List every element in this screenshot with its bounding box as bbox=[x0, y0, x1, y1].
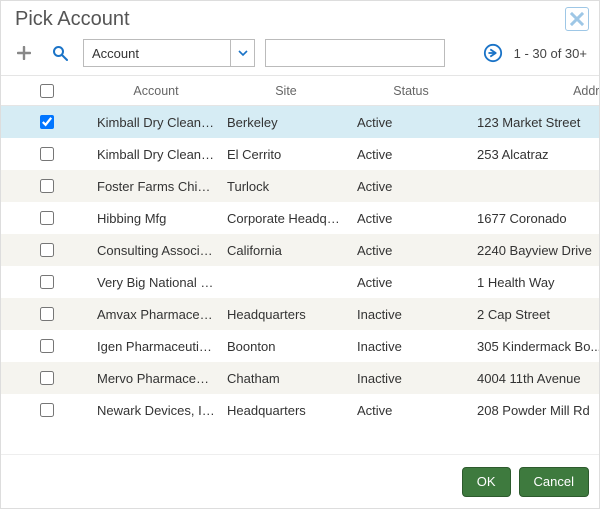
cell-status: Active bbox=[351, 403, 471, 418]
cell-site: Headquarters bbox=[221, 403, 351, 418]
table-row[interactable]: Amvax Pharmaceut...HeadquartersInactive2… bbox=[1, 298, 599, 330]
cell-account: Kimball Dry Cleaners bbox=[91, 115, 221, 130]
table-row[interactable]: Kimball Dry CleanersEl CerritoActive253 … bbox=[1, 138, 599, 170]
cell-site: Corporate Headqua... bbox=[221, 211, 351, 226]
table-row[interactable]: Igen Pharmaceutic...BoontonInactive305 K… bbox=[1, 330, 599, 362]
titlebar: Pick Account bbox=[1, 1, 599, 33]
column-header-site[interactable]: Site bbox=[221, 84, 351, 98]
cell-status: Active bbox=[351, 147, 471, 162]
table-row[interactable]: Consulting Associa...CaliforniaActive224… bbox=[1, 234, 599, 266]
cell-account: Consulting Associa... bbox=[91, 243, 221, 258]
cell-address: 1677 Coronado bbox=[471, 211, 599, 226]
row-checkbox-cell bbox=[1, 144, 91, 164]
cell-account: Mervo Pharmaceuti... bbox=[91, 371, 221, 386]
search-icon bbox=[52, 45, 68, 61]
row-checkbox[interactable] bbox=[40, 115, 54, 129]
cell-site: California bbox=[221, 243, 351, 258]
cell-status: Inactive bbox=[351, 307, 471, 322]
cell-account: Amvax Pharmaceut... bbox=[91, 307, 221, 322]
row-checkbox-cell bbox=[1, 240, 91, 260]
cell-account: Newark Devices, Inc. bbox=[91, 403, 221, 418]
ok-button[interactable]: OK bbox=[462, 467, 511, 497]
cell-site: Chatham bbox=[221, 371, 351, 386]
toolbar: 1 - 30 of 30+ bbox=[1, 33, 599, 76]
row-checkbox-cell bbox=[1, 208, 91, 228]
field-selector bbox=[83, 39, 255, 67]
pick-account-dialog: Pick Account 1 - 30 of 30+ bbox=[0, 0, 600, 509]
row-checkbox[interactable] bbox=[40, 275, 54, 289]
filter-text-input[interactable] bbox=[265, 39, 445, 67]
cell-account: Very Big National H... bbox=[91, 275, 221, 290]
table-row[interactable]: Kimball Dry CleanersBerkeleyActive123 Ma… bbox=[1, 106, 599, 138]
cancel-button[interactable]: Cancel bbox=[519, 467, 589, 497]
row-checkbox[interactable] bbox=[40, 339, 54, 353]
row-checkbox[interactable] bbox=[40, 179, 54, 193]
column-header-account[interactable]: Account bbox=[91, 84, 221, 98]
go-button[interactable] bbox=[482, 42, 504, 64]
chevron-down-icon bbox=[238, 48, 248, 58]
field-selector-input[interactable] bbox=[84, 40, 230, 66]
footer: OK Cancel bbox=[1, 454, 599, 508]
cell-status: Active bbox=[351, 243, 471, 258]
dialog-title: Pick Account bbox=[15, 8, 130, 31]
cell-account: Foster Farms Chick... bbox=[91, 179, 221, 194]
cell-address: 1 Health Way bbox=[471, 275, 599, 290]
cell-address: 208 Powder Mill Rd bbox=[471, 403, 599, 418]
table-row[interactable]: Foster Farms Chick...TurlockActive bbox=[1, 170, 599, 202]
column-header-status[interactable]: Status bbox=[351, 84, 471, 98]
cell-address: 4004 11th Avenue bbox=[471, 371, 599, 386]
plus-icon bbox=[17, 46, 31, 60]
cell-status: Inactive bbox=[351, 339, 471, 354]
cell-site: Berkeley bbox=[221, 115, 351, 130]
cell-site: El Cerrito bbox=[221, 147, 351, 162]
cell-site: Boonton bbox=[221, 339, 351, 354]
row-checkbox-cell bbox=[1, 176, 91, 196]
column-header-checkbox bbox=[1, 81, 91, 101]
cell-account: Hibbing Mfg bbox=[91, 211, 221, 226]
grid-header: Account Site Status Address bbox=[1, 76, 599, 106]
select-all-checkbox[interactable] bbox=[40, 84, 54, 98]
row-checkbox[interactable] bbox=[40, 403, 54, 417]
pagination-info: 1 - 30 of 30+ bbox=[514, 46, 589, 61]
cell-account: Igen Pharmaceutic... bbox=[91, 339, 221, 354]
field-selector-dropdown[interactable] bbox=[230, 40, 254, 66]
cell-status: Active bbox=[351, 275, 471, 290]
column-header-address[interactable]: Address bbox=[471, 84, 599, 98]
add-button[interactable] bbox=[11, 40, 37, 66]
row-checkbox[interactable] bbox=[40, 243, 54, 257]
grid: Account Site Status Address Kimball Dry … bbox=[1, 76, 599, 454]
cell-status: Active bbox=[351, 211, 471, 226]
cell-account: Kimball Dry Cleaners bbox=[91, 147, 221, 162]
cell-status: Active bbox=[351, 115, 471, 130]
row-checkbox[interactable] bbox=[40, 307, 54, 321]
row-checkbox-cell bbox=[1, 400, 91, 420]
arrow-right-circle-icon bbox=[483, 43, 503, 63]
cell-status: Active bbox=[351, 179, 471, 194]
close-icon bbox=[570, 12, 584, 26]
row-checkbox-cell bbox=[1, 368, 91, 388]
table-row[interactable]: Very Big National H... Active1 Health Way bbox=[1, 266, 599, 298]
cell-address: 2 Cap Street bbox=[471, 307, 599, 322]
row-checkbox[interactable] bbox=[40, 211, 54, 225]
search-button[interactable] bbox=[47, 40, 73, 66]
row-checkbox-cell bbox=[1, 112, 91, 132]
row-checkbox-cell bbox=[1, 272, 91, 292]
table-row[interactable]: Newark Devices, Inc.HeadquartersActive20… bbox=[1, 394, 599, 426]
cell-site: Headquarters bbox=[221, 307, 351, 322]
horizontal-scrollbar[interactable] bbox=[1, 436, 599, 454]
cell-address: 123 Market Street bbox=[471, 115, 599, 130]
cell-address: 2240 Bayview Drive bbox=[471, 243, 599, 258]
table-row[interactable]: Hibbing MfgCorporate Headqua...Active167… bbox=[1, 202, 599, 234]
row-checkbox[interactable] bbox=[40, 371, 54, 385]
close-button[interactable] bbox=[565, 7, 589, 31]
table-row[interactable]: Mervo Pharmaceuti...ChathamInactive4004 … bbox=[1, 362, 599, 394]
cell-status: Inactive bbox=[351, 371, 471, 386]
cell-address: 305 Kindermack Bo... bbox=[471, 339, 599, 354]
grid-body: Kimball Dry CleanersBerkeleyActive123 Ma… bbox=[1, 106, 599, 436]
row-checkbox[interactable] bbox=[40, 147, 54, 161]
row-checkbox-cell bbox=[1, 304, 91, 324]
cell-address: 253 Alcatraz bbox=[471, 147, 599, 162]
row-checkbox-cell bbox=[1, 336, 91, 356]
cell-site: Turlock bbox=[221, 179, 351, 194]
